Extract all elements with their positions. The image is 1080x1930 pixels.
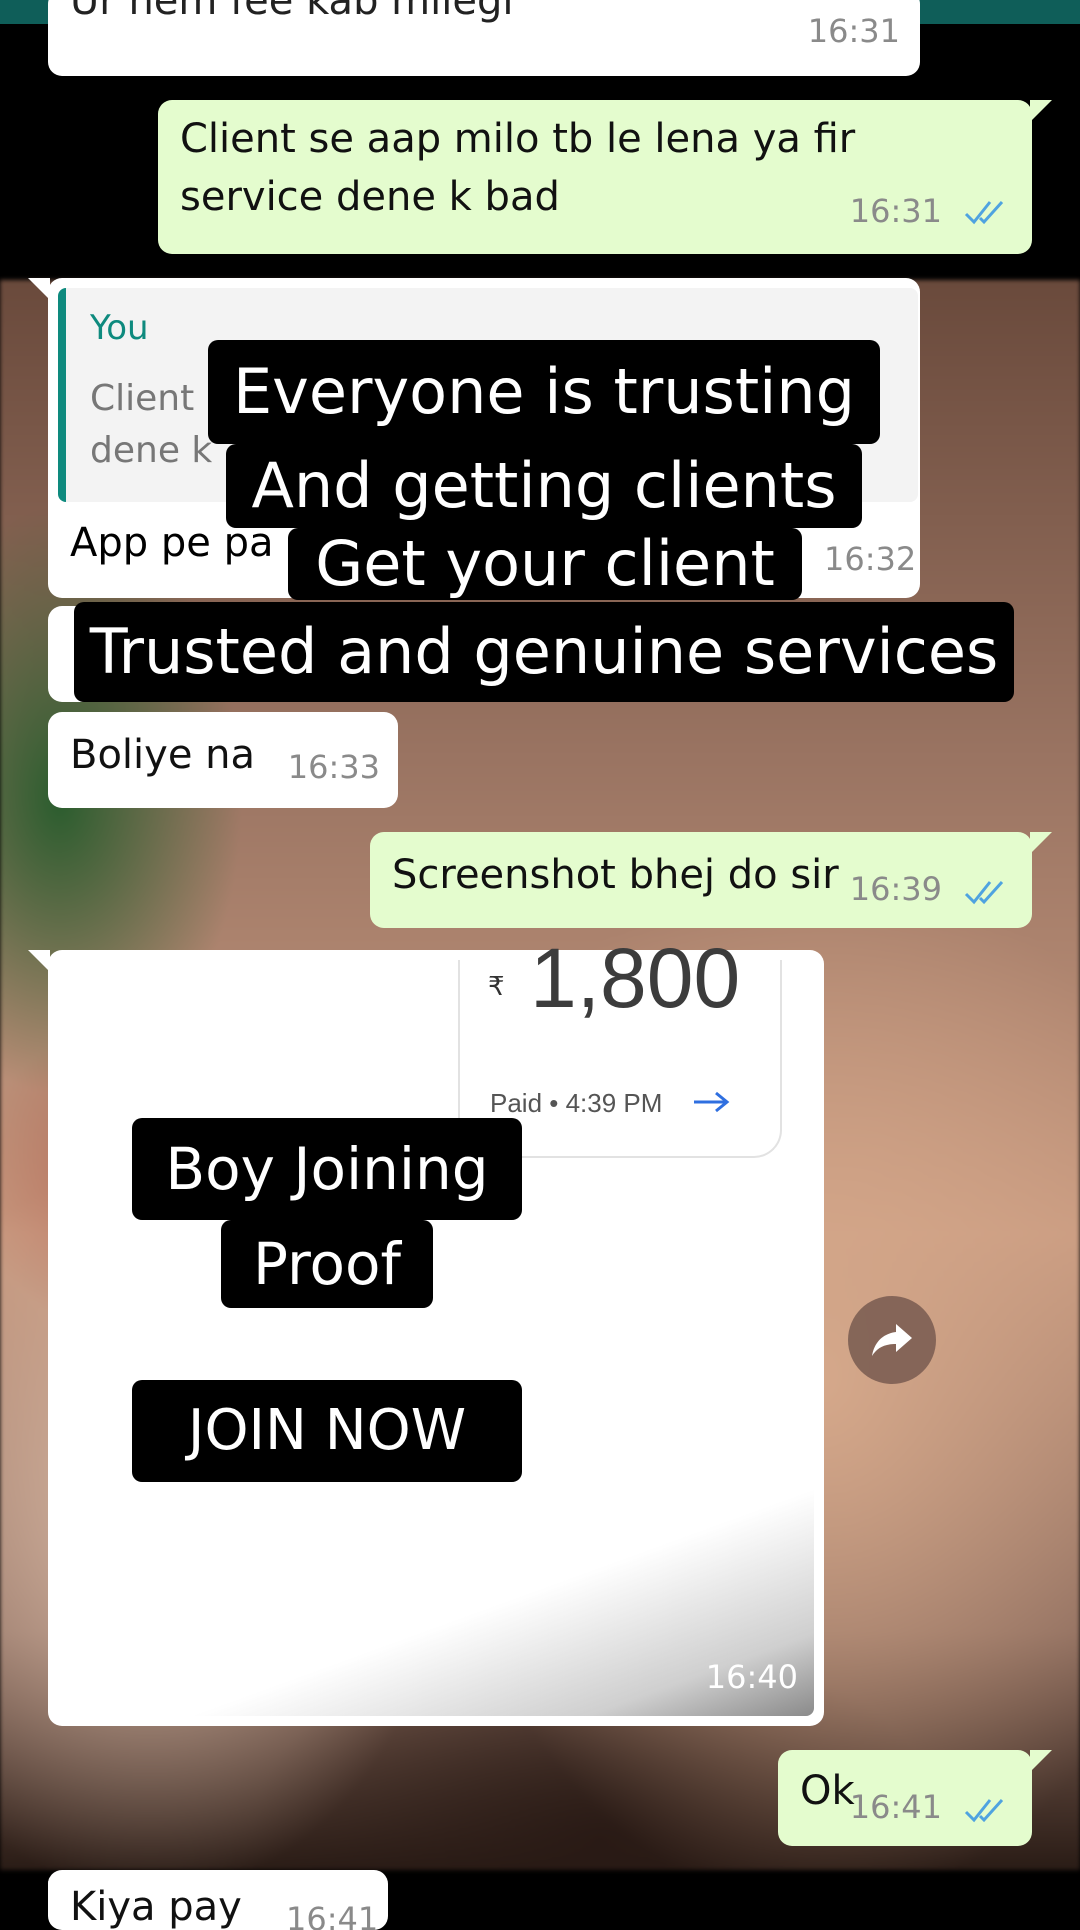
message-time: 16:41 xyxy=(286,1900,379,1930)
double-check-icon xyxy=(964,1798,1004,1823)
image-time: 16:40 xyxy=(705,1658,798,1696)
payment-status: Paid • 4:39 PM xyxy=(490,1088,663,1118)
message-bubble-incoming[interactable]: Boliye na 16:33 xyxy=(48,712,398,808)
promo-overlay-line: Everyone is trusting xyxy=(208,340,880,444)
message-text: Client se aap milo tb le lena ya fir ser… xyxy=(180,116,856,220)
join-now-button[interactable]: JOIN NOW xyxy=(132,1380,522,1482)
proof-overlay-line: Proof xyxy=(221,1220,433,1308)
quote-author: You xyxy=(90,308,149,348)
forward-icon xyxy=(872,1324,912,1356)
message-bubble-outgoing[interactable]: Client se aap milo tb le lena ya fir ser… xyxy=(158,100,1052,254)
message-text: Ur nem fee kab milegi xyxy=(70,0,514,24)
message-text: Boliye na xyxy=(70,732,255,778)
bubble-tail xyxy=(1030,832,1052,854)
bubble-tail xyxy=(1030,100,1052,122)
arrow-right-icon xyxy=(694,1091,730,1113)
message-bubble-outgoing[interactable]: Ok 16:41 xyxy=(778,1750,1052,1846)
message-bubble-incoming[interactable]: Ur nem fee kab milegi 16:31 xyxy=(48,0,920,76)
quote-text-line: dene k xyxy=(90,430,213,471)
bubble-tail xyxy=(1030,1750,1052,1772)
bubble-tail xyxy=(28,950,50,972)
payment-amount: 1,800 xyxy=(530,931,741,1025)
message-bubble-outgoing[interactable]: Screenshot bhej do sir 16:39 xyxy=(370,832,1052,928)
promo-overlay-line: Trusted and genuine services xyxy=(74,602,1014,702)
promo-overlay-line: Get your client xyxy=(288,528,802,600)
message-text: Ok xyxy=(800,1768,855,1814)
message-time: 16:31 xyxy=(807,12,900,50)
currency-symbol: ₹ xyxy=(488,972,505,1002)
message-time: 16:31 xyxy=(849,192,942,230)
message-time: 16:39 xyxy=(849,870,942,908)
quote-text-line: Client xyxy=(90,378,195,419)
double-check-icon xyxy=(964,200,1004,225)
proof-overlay-line: Boy Joining xyxy=(132,1118,522,1220)
message-bubble-incoming[interactable]: Kiya pay 16:41 xyxy=(48,1870,388,1930)
promo-overlay-line: And getting clients xyxy=(226,444,862,528)
bubble-tail xyxy=(48,1870,50,1892)
double-check-icon xyxy=(964,880,1004,905)
message-time: 16:41 xyxy=(849,1788,942,1826)
message-time: 16:32 xyxy=(824,540,917,578)
message-text: Screenshot bhej do sir xyxy=(392,852,839,898)
forward-button[interactable] xyxy=(848,1296,936,1384)
message-time: 16:33 xyxy=(287,748,380,786)
bubble-tail xyxy=(28,278,50,300)
message-text: Kiya pay xyxy=(70,1884,242,1930)
